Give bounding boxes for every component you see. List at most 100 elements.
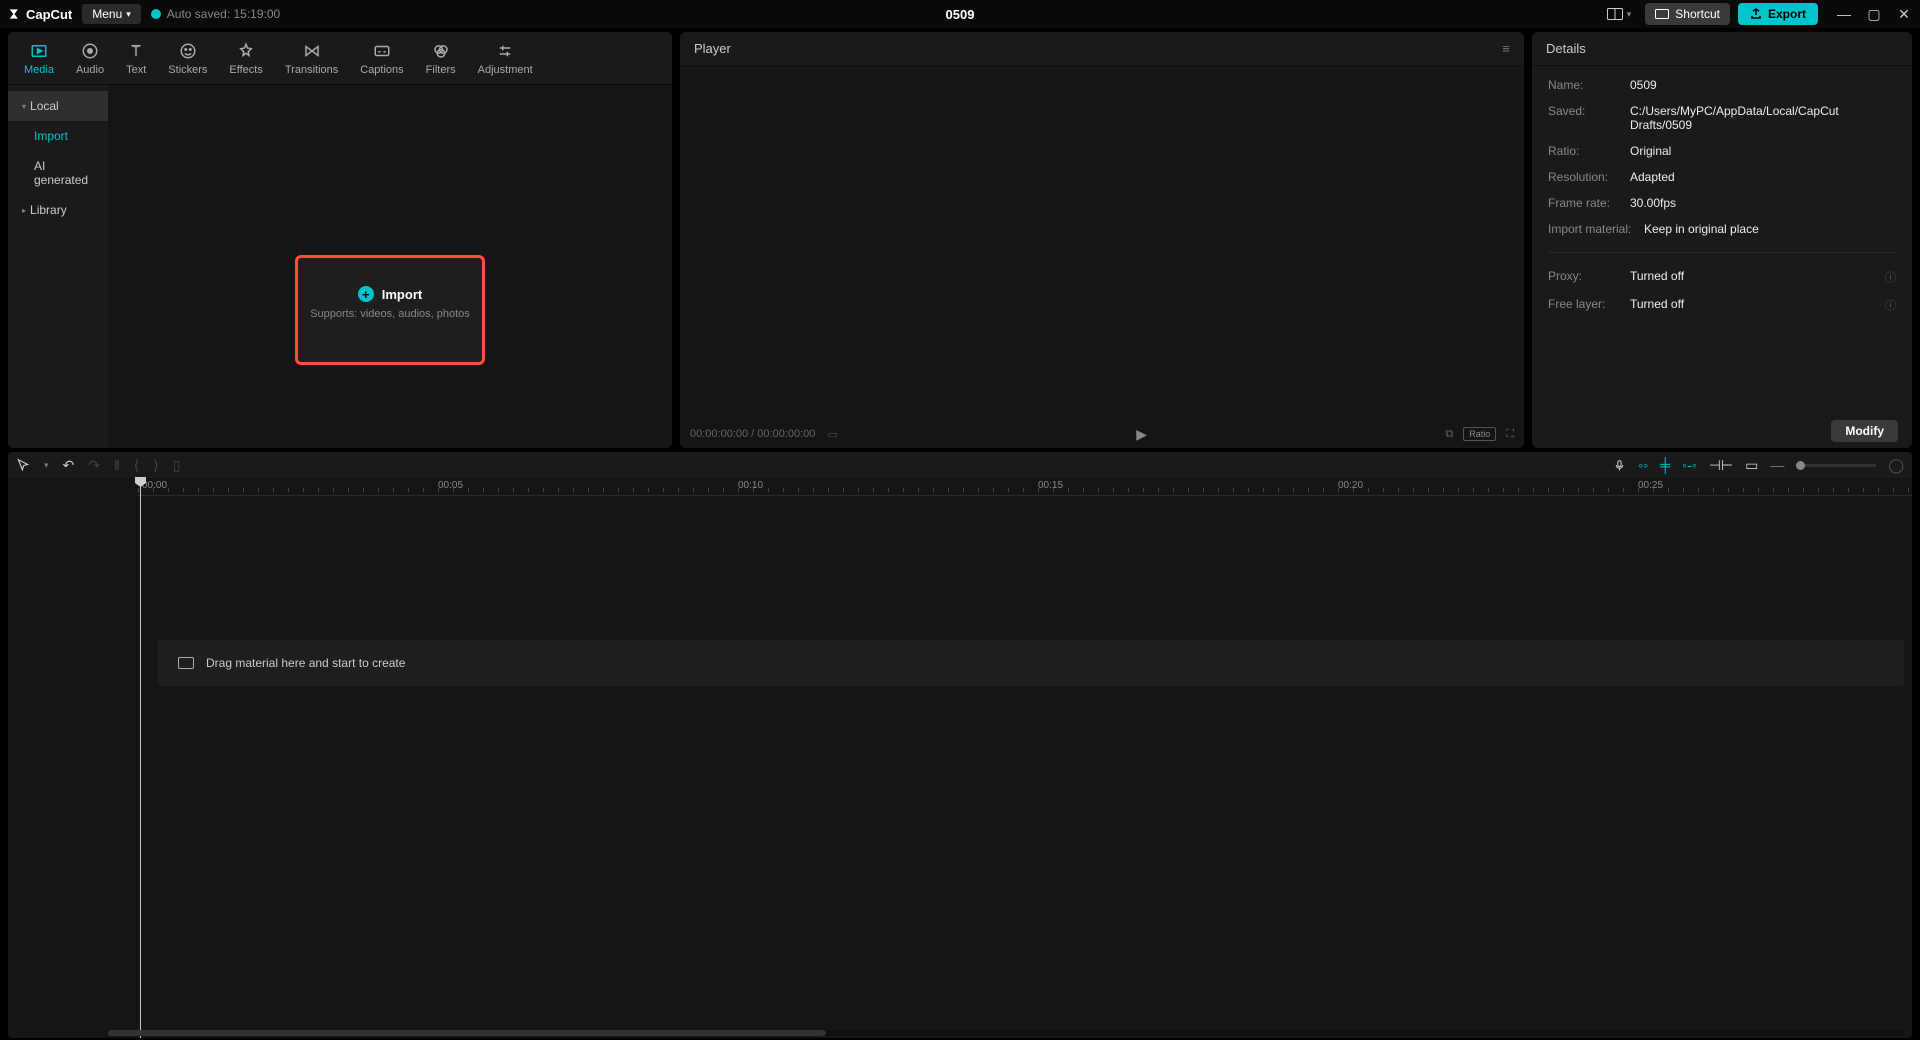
keyboard-icon (1655, 9, 1669, 19)
export-button[interactable]: Export (1738, 3, 1818, 25)
tab-text[interactable]: Text (116, 36, 156, 84)
project-title: 0509 (946, 7, 975, 22)
details-panel: Details Name: 0509 Saved: C:/Users/MyPC/… (1532, 32, 1912, 448)
redo-button[interactable]: ↷ (88, 457, 100, 474)
timeline-scrollbar[interactable] (108, 1030, 1904, 1036)
player-body: 00:00:00:00 / 00:00:00:00 ▭ ▶ ⧉ Ratio ⛶ (680, 66, 1524, 448)
chevron-down-icon: ▾ (126, 9, 131, 20)
maximize-button[interactable]: ▢ (1866, 6, 1882, 23)
detail-row-name: Name: 0509 (1548, 78, 1896, 92)
tab-filters[interactable]: Filters (416, 36, 466, 84)
tab-adjustment[interactable]: Adjustment (468, 36, 543, 84)
zoom-out[interactable]: — (1770, 457, 1784, 473)
play-button[interactable]: ▶ (1136, 426, 1147, 443)
details-body: Name: 0509 Saved: C:/Users/MyPC/AppData/… (1532, 66, 1912, 448)
titlebar: CapCut Menu ▾ Auto saved: 15:19:00 0509 … (0, 0, 1920, 28)
menu-button[interactable]: Menu ▾ (82, 4, 141, 24)
tab-stickers[interactable]: Stickers (158, 36, 217, 84)
adjustment-icon (496, 42, 514, 60)
tab-captions[interactable]: Captions (350, 36, 413, 84)
media-sidebar: ▾ Local Import AI generated ▸ Library (8, 85, 108, 448)
main-panels: Media Audio Text Stickers Effects Transi… (0, 28, 1920, 448)
linkage[interactable]: ◦-◦ (1682, 457, 1697, 473)
titlebar-left: CapCut Menu ▾ Auto saved: 15:19:00 (8, 4, 280, 24)
timeline-drop-hint[interactable]: Drag material here and start to create (158, 640, 1904, 686)
main-track-magnet[interactable]: ◦◦ (1638, 457, 1648, 473)
cover-button[interactable]: ▭ (1745, 457, 1758, 474)
fullscreen-icon[interactable]: ⛶ (1506, 428, 1514, 441)
sidebar-item-local[interactable]: ▾ Local (8, 91, 108, 121)
import-dropzone[interactable]: + Import Supports: videos, audios, photo… (295, 255, 485, 365)
captions-icon (373, 42, 391, 60)
player-controls: 00:00:00:00 / 00:00:00:00 ▭ ▶ ⧉ Ratio ⛶ (680, 420, 1524, 448)
shortcut-button[interactable]: Shortcut (1645, 3, 1730, 25)
capture-icon[interactable]: ⧉ (1445, 428, 1453, 441)
zoom-fit[interactable]: ◯ (1888, 457, 1904, 474)
minimize-button[interactable]: — (1836, 6, 1852, 23)
detail-row-free-layer: Free layer: Turned off ⓘ (1548, 297, 1896, 313)
trim-right-tool[interactable]: ⟩ (153, 457, 158, 474)
select-dropdown[interactable]: ▾ (44, 460, 49, 471)
audio-icon (81, 42, 99, 60)
clip-icon (178, 657, 194, 669)
tool-tabs: Media Audio Text Stickers Effects Transi… (8, 32, 672, 85)
caret-right-icon: ▸ (22, 206, 26, 215)
player-viewport[interactable] (680, 66, 1524, 420)
ruler-tick: 00:05 (438, 480, 463, 491)
media-content: + Import Supports: videos, audios, photo… (108, 85, 672, 448)
timeline-area: 00:00 00:05 00:10 00:15 00:20 00:25 Drag… (8, 478, 1912, 1038)
ratio-button[interactable]: Ratio (1463, 427, 1496, 441)
sidebar-item-import[interactable]: Import (8, 121, 108, 151)
sidebar-item-ai-generated[interactable]: AI generated (8, 151, 108, 195)
timeline-toolbar: ▾ ↶ ↷ ‖ ⟨ ⟩ ▯ ◦◦ ╪ ◦-◦ ⊣⊢ ▭ — ◯ (8, 452, 1912, 478)
timeline-tools-right: ◦◦ ╪ ◦-◦ ⊣⊢ ▭ — ◯ (1613, 457, 1904, 474)
auto-snap[interactable]: ╪ (1660, 457, 1670, 473)
player-menu-icon[interactable]: ≡ (1502, 41, 1510, 56)
detail-row-resolution: Resolution: Adapted (1548, 170, 1896, 184)
compare-icon[interactable]: ▭ (827, 428, 837, 441)
transitions-icon (303, 42, 321, 60)
app-logo: CapCut (8, 7, 72, 22)
layout-icon (1607, 8, 1623, 20)
preview-axis[interactable]: ⊣⊢ (1709, 457, 1733, 474)
ruler-tick: 00:25 (1638, 480, 1663, 491)
chevron-down-icon: ▾ (1627, 9, 1632, 20)
tab-transitions[interactable]: Transitions (275, 36, 348, 84)
effects-icon (237, 42, 255, 60)
caret-down-icon: ▾ (22, 102, 26, 111)
split-tool[interactable]: ‖ (114, 457, 120, 473)
ruler-tick: 00:15 (1038, 480, 1063, 491)
filters-icon (432, 42, 450, 60)
divider (1548, 252, 1896, 253)
layout-button[interactable]: ▾ (1601, 6, 1638, 22)
timeline-ruler[interactable]: 00:00 00:05 00:10 00:15 00:20 00:25 (138, 478, 1912, 496)
select-tool[interactable] (16, 458, 30, 472)
trim-left-tool[interactable]: ⟨ (134, 457, 139, 474)
info-icon[interactable]: ⓘ (1885, 297, 1896, 313)
tab-audio[interactable]: Audio (66, 36, 114, 84)
mic-button[interactable] (1613, 458, 1626, 473)
capcut-logo-icon (8, 7, 22, 21)
export-icon (1750, 8, 1762, 20)
player-title: Player (694, 41, 731, 56)
stickers-icon (179, 42, 197, 60)
timeline-tracks[interactable]: Drag material here and start to create (138, 496, 1912, 1028)
timeline-tools-left: ▾ ↶ ↷ ‖ ⟨ ⟩ ▯ (16, 457, 180, 474)
modify-button[interactable]: Modify (1831, 420, 1898, 442)
tab-media[interactable]: Media (14, 36, 64, 84)
delete-tool[interactable]: ▯ (173, 457, 181, 474)
media-icon (30, 42, 48, 60)
info-icon[interactable]: ⓘ (1885, 269, 1896, 285)
detail-row-proxy: Proxy: Turned off ⓘ (1548, 269, 1896, 285)
detail-row-saved: Saved: C:/Users/MyPC/AppData/Local/CapCu… (1548, 104, 1896, 132)
undo-button[interactable]: ↶ (63, 457, 75, 474)
close-button[interactable]: ✕ (1896, 6, 1912, 23)
scrollbar-thumb[interactable] (108, 1030, 826, 1036)
sidebar-item-library[interactable]: ▸ Library (8, 195, 108, 225)
tab-effects[interactable]: Effects (219, 36, 272, 84)
details-title: Details (1546, 41, 1586, 56)
plus-icon: + (358, 286, 374, 302)
zoom-slider[interactable] (1796, 464, 1876, 467)
media-body: ▾ Local Import AI generated ▸ Library + (8, 85, 672, 448)
player-panel: Player ≡ 00:00:00:00 / 00:00:00:00 ▭ ▶ ⧉… (680, 32, 1524, 448)
